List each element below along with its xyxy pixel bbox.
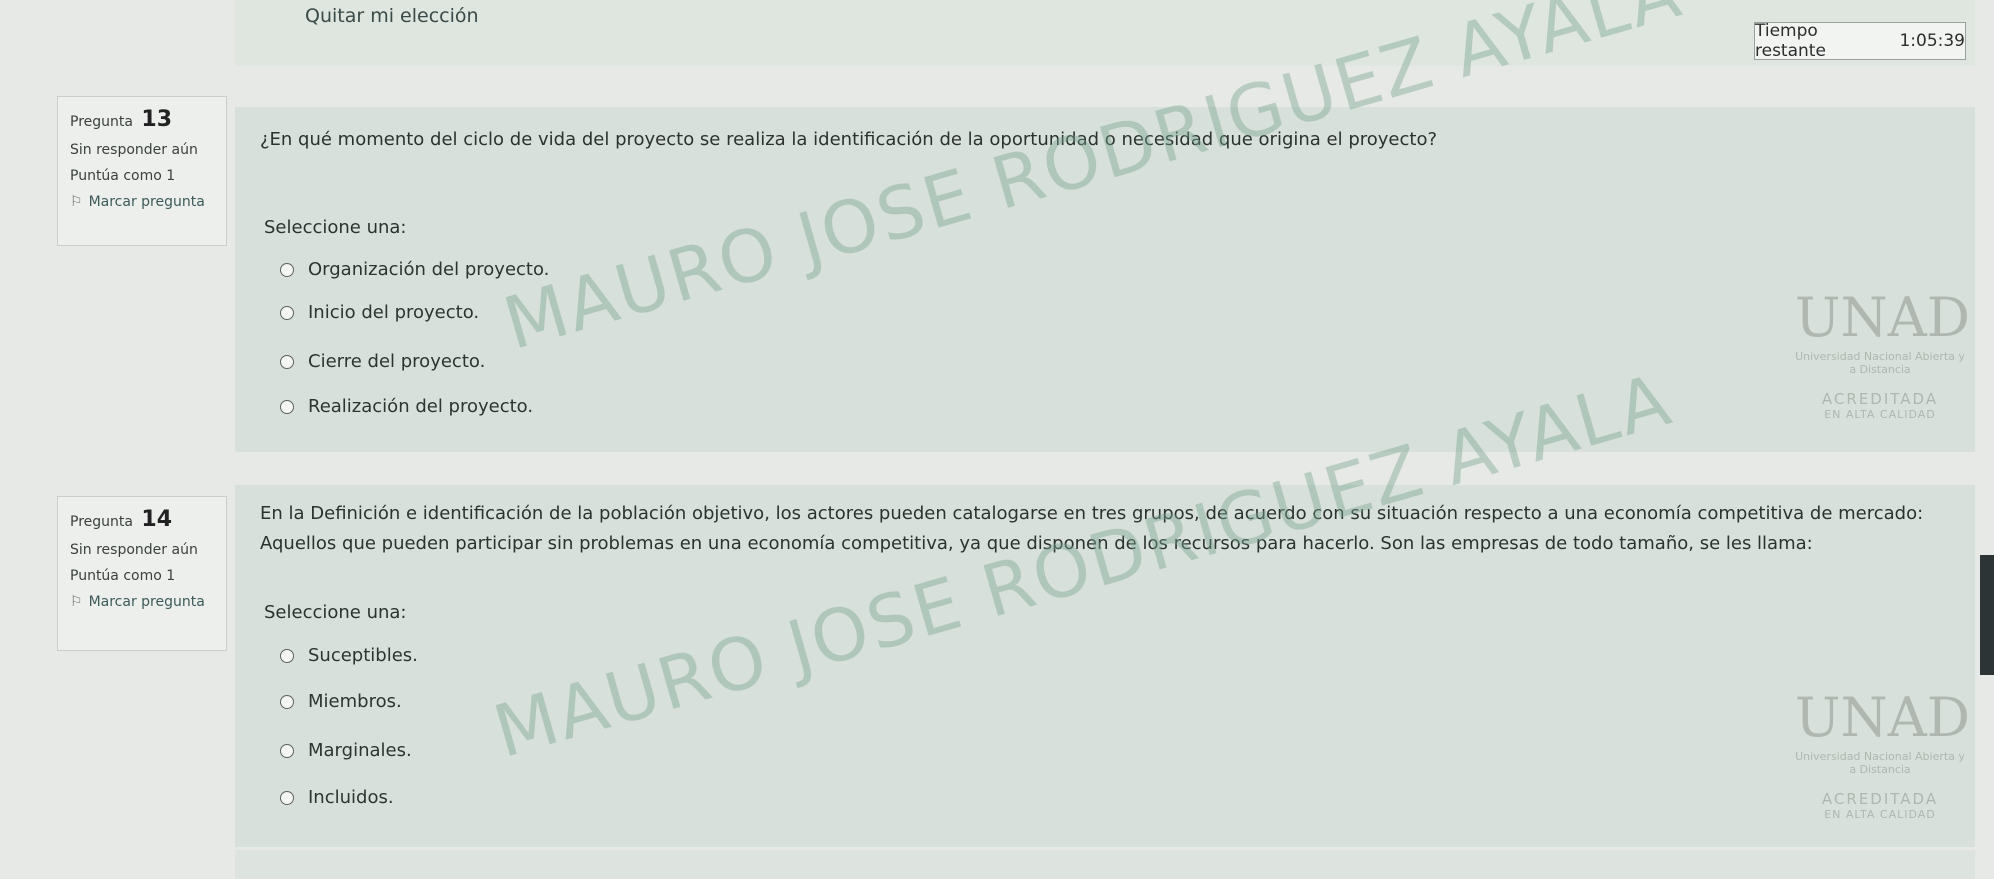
radio-button[interactable]: [280, 354, 294, 369]
question-text: ¿En qué momento del ciclo de vida del pr…: [260, 129, 1438, 150]
question-number: 14: [141, 507, 173, 532]
radio-button[interactable]: [280, 648, 294, 663]
radio-button[interactable]: [280, 262, 294, 277]
time-remaining: Tiempo restante 1:05:39: [1754, 21, 1966, 61]
answer-option[interactable]: Suceptibles.: [280, 645, 418, 666]
answer-option[interactable]: Inicio del proyecto.: [280, 302, 479, 323]
question-score: Puntúa como 1: [70, 168, 176, 184]
clear-choice-link[interactable]: Quitar mi elección: [305, 5, 479, 27]
radio-button[interactable]: [280, 399, 294, 414]
select-one-label: Seleccione una:: [264, 602, 407, 623]
side-scroll-handle[interactable]: [1980, 555, 1994, 675]
option-label: Marginales.: [308, 740, 412, 761]
question-box-14: En la Definición e identificación de la …: [235, 485, 1975, 847]
option-label: Inicio del proyecto.: [308, 302, 480, 323]
top-bar: [235, 0, 1975, 66]
answer-option[interactable]: Realización del proyecto.: [280, 396, 533, 417]
answer-option[interactable]: Marginales.: [280, 740, 412, 761]
answer-option[interactable]: Incluidos.: [280, 787, 394, 808]
radio-button[interactable]: [280, 790, 294, 805]
question-label: Pregunta: [70, 514, 133, 530]
next-question-box: [235, 850, 1975, 879]
radio-button[interactable]: [280, 305, 294, 320]
question-label: Pregunta: [70, 114, 133, 130]
timer-label: Tiempo restante: [1755, 21, 1826, 61]
timer-value: 1:05:39: [1899, 31, 1965, 51]
question-status: Sin responder aún: [70, 542, 198, 558]
option-label: Suceptibles.: [308, 645, 418, 666]
radio-button[interactable]: [280, 694, 294, 709]
option-label: Cierre del proyecto.: [308, 351, 486, 372]
flag-icon: ⚐: [70, 194, 83, 210]
option-label: Realización del proyecto.: [308, 396, 534, 417]
question-box-13: ¿En qué momento del ciclo de vida del pr…: [235, 107, 1975, 452]
answer-option[interactable]: Organización del proyecto.: [280, 259, 549, 280]
question-text: En la Definición e identificación de la …: [260, 503, 1924, 554]
question-number: 13: [141, 107, 173, 132]
option-label: Miembros.: [308, 691, 402, 712]
select-one-label: Seleccione una:: [264, 217, 407, 238]
flag-icon: ⚐: [70, 594, 83, 610]
option-label: Incluidos.: [308, 787, 394, 808]
question-score: Puntúa como 1: [70, 568, 176, 584]
answer-option[interactable]: Miembros.: [280, 691, 402, 712]
flag-question-label: Marcar pregunta: [88, 594, 205, 610]
answer-option[interactable]: Cierre del proyecto.: [280, 351, 485, 372]
flag-question-label: Marcar pregunta: [88, 194, 205, 210]
radio-button[interactable]: [280, 743, 294, 758]
question-status: Sin responder aún: [70, 142, 198, 158]
flag-question-button[interactable]: ⚐ Marcar pregunta: [70, 194, 214, 210]
question-info-13: Pregunta 13 Sin responder aún Puntúa com…: [57, 96, 227, 246]
question-info-14: Pregunta 14 Sin responder aún Puntúa com…: [57, 496, 227, 651]
flag-question-button[interactable]: ⚐ Marcar pregunta: [70, 594, 214, 610]
option-label: Organización del proyecto.: [308, 259, 550, 280]
